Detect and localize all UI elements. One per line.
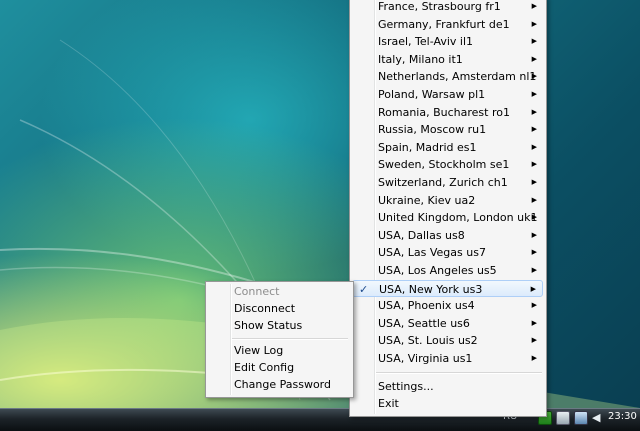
menu-separator — [232, 338, 348, 340]
connect-label: Connect — [234, 285, 280, 298]
server-menu-item[interactable]: ✓ USA, New York us3 ▶ — [352, 280, 543, 297]
server-menu-item-label: United Kingdom, London uk1 — [378, 211, 538, 224]
server-menu-item-label: Poland, Warsaw pl1 — [378, 88, 486, 101]
submenu-arrow-icon: ▶ — [531, 20, 537, 28]
submenu-arrow-icon: ▶ — [531, 37, 537, 45]
server-menu-item[interactable]: Switzerland, Zurich ch1 ▶ — [352, 174, 543, 191]
server-menu-item-label: Sweden, Stockholm se1 — [378, 158, 510, 171]
server-menu-item[interactable]: USA, Virginia us1 ▶ — [352, 350, 543, 367]
server-menu-item[interactable]: Romania, Bucharest ro1 ▶ — [352, 104, 543, 121]
server-menu-item[interactable]: USA, Dallas us8 ▶ — [352, 227, 543, 244]
server-menu-item-label: USA, Las Vegas us7 — [378, 246, 486, 259]
submenu-arrow-icon: ▶ — [531, 178, 537, 186]
server-menu-item-label: USA, Phoenix us4 — [378, 299, 475, 312]
submenu-arrow-icon: ▶ — [531, 2, 537, 10]
server-menu-item[interactable]: Germany, Frankfurt de1 ▶ — [352, 16, 543, 33]
server-menu-item-label: USA, Los Angeles us5 — [378, 264, 497, 277]
network-icon[interactable] — [556, 411, 570, 425]
server-menu-item-label: Russia, Moscow ru1 — [378, 123, 487, 136]
server-menu-item-label: Netherlands, Amsterdam nl1 — [378, 70, 537, 83]
submenu-arrow-icon: ▶ — [531, 108, 537, 116]
show-status-label: Show Status — [234, 319, 303, 332]
disconnect-label: Disconnect — [234, 302, 296, 315]
server-menu-item[interactable]: USA, Los Angeles us5 ▶ — [352, 262, 543, 279]
submenu-arrow-icon: ▶ — [531, 90, 537, 98]
submenu-arrow-icon: ▶ — [531, 125, 537, 133]
view-log-label: View Log — [234, 344, 284, 357]
menu-separator — [376, 372, 542, 374]
disconnect-menu-item[interactable]: Disconnect — [208, 300, 350, 317]
change-password-menu-item[interactable]: Change Password — [208, 376, 350, 393]
submenu-arrow-icon: ▶ — [531, 55, 537, 63]
submenu-arrow-icon: ▶ — [531, 301, 537, 309]
server-menu-item[interactable]: Russia, Moscow ru1 ▶ — [352, 121, 543, 138]
submenu-arrow-icon: ▶ — [531, 231, 537, 239]
edit-config-menu-item[interactable]: Edit Config — [208, 359, 350, 376]
server-menu-item[interactable]: USA, Seattle us6 ▶ — [352, 315, 543, 332]
exit-label: Exit — [378, 397, 399, 410]
server-menu-item-label: USA, Virginia us1 — [378, 352, 473, 365]
submenu-arrow-icon: ▶ — [531, 160, 537, 168]
submenu-arrow-icon: ▶ — [531, 196, 537, 204]
server-menu-item-label: USA, Seattle us6 — [378, 317, 470, 330]
server-menu-item-label: Ukraine, Kiev ua2 — [378, 194, 476, 207]
clock[interactable]: 23:30 — [608, 411, 637, 422]
view-log-menu-item[interactable]: View Log — [208, 342, 350, 359]
submenu-arrow-icon: ▶ — [531, 213, 537, 221]
server-menu-item-label: France, Strasbourg fr1 — [378, 0, 501, 13]
server-menu-item-label: USA, St. Louis us2 — [378, 334, 478, 347]
settings-label: Settings... — [378, 380, 434, 393]
edit-config-label: Edit Config — [234, 361, 295, 374]
server-menu-item[interactable]: Netherlands, Amsterdam nl1 ▶ — [352, 68, 543, 85]
change-password-label: Change Password — [234, 378, 331, 391]
submenu-arrow-icon: ▶ — [531, 248, 537, 256]
connect-menu-item: Connect — [208, 283, 350, 300]
context-menu: Connect Disconnect Show Status View Log … — [205, 281, 354, 398]
server-menu-item[interactable]: Ukraine, Kiev ua2 ▶ — [352, 192, 543, 209]
submenu-arrow-icon: ▶ — [530, 285, 536, 293]
volume-icon[interactable]: ◀ — [592, 412, 602, 424]
server-menu-item[interactable]: USA, Las Vegas us7 ▶ — [352, 244, 543, 261]
server-menu-item-label: USA, New York us3 — [379, 283, 483, 296]
submenu-arrow-icon: ▶ — [531, 72, 537, 80]
server-menu-item[interactable]: Poland, Warsaw pl1 ▶ — [352, 86, 543, 103]
submenu-arrow-icon: ▶ — [531, 319, 537, 327]
server-menu-item-label: Switzerland, Zurich ch1 — [378, 176, 508, 189]
server-menu-item[interactable]: Italy, Milano it1 ▶ — [352, 51, 543, 68]
server-menu-item[interactable]: USA, St. Louis us2 ▶ — [352, 332, 543, 349]
server-menu-item-label: Romania, Bucharest ro1 — [378, 106, 510, 119]
server-menu-item[interactable]: France, Strasbourg fr1 ▶ — [352, 0, 543, 15]
show-status-menu-item[interactable]: Show Status — [208, 317, 350, 334]
server-menu-item[interactable]: Israel, Tel-Aviv il1 ▶ — [352, 33, 543, 50]
server-menu-item[interactable]: USA, Phoenix us4 ▶ — [352, 297, 543, 314]
submenu-arrow-icon: ▶ — [531, 336, 537, 344]
display-icon[interactable] — [574, 411, 588, 425]
server-menu-item[interactable]: Spain, Madrid es1 ▶ — [352, 139, 543, 156]
submenu-arrow-icon: ▶ — [531, 354, 537, 362]
server-menu-item[interactable]: United Kingdom, London uk1 ▶ — [352, 209, 543, 226]
server-menu: France, Strasbourg fr1 ▶ Germany, Frankfur… — [349, 0, 547, 417]
server-menu-item-label: USA, Dallas us8 — [378, 229, 465, 242]
exit-menu-item[interactable]: Exit — [352, 395, 543, 412]
submenu-arrow-icon: ▶ — [531, 266, 537, 274]
server-menu-item-label: Israel, Tel-Aviv il1 — [378, 35, 474, 48]
checkmark-icon: ✓ — [359, 283, 369, 296]
server-menu-item-label: Germany, Frankfurt de1 — [378, 18, 510, 31]
system-tray: ◀ — [538, 411, 602, 425]
server-menu-item[interactable]: Sweden, Stockholm se1 ▶ — [352, 156, 543, 173]
settings-menu-item[interactable]: Settings... — [352, 378, 543, 395]
server-menu-item-label: Spain, Madrid es1 — [378, 141, 477, 154]
server-menu-item-label: Italy, Milano it1 — [378, 53, 463, 66]
submenu-arrow-icon: ▶ — [531, 143, 537, 151]
